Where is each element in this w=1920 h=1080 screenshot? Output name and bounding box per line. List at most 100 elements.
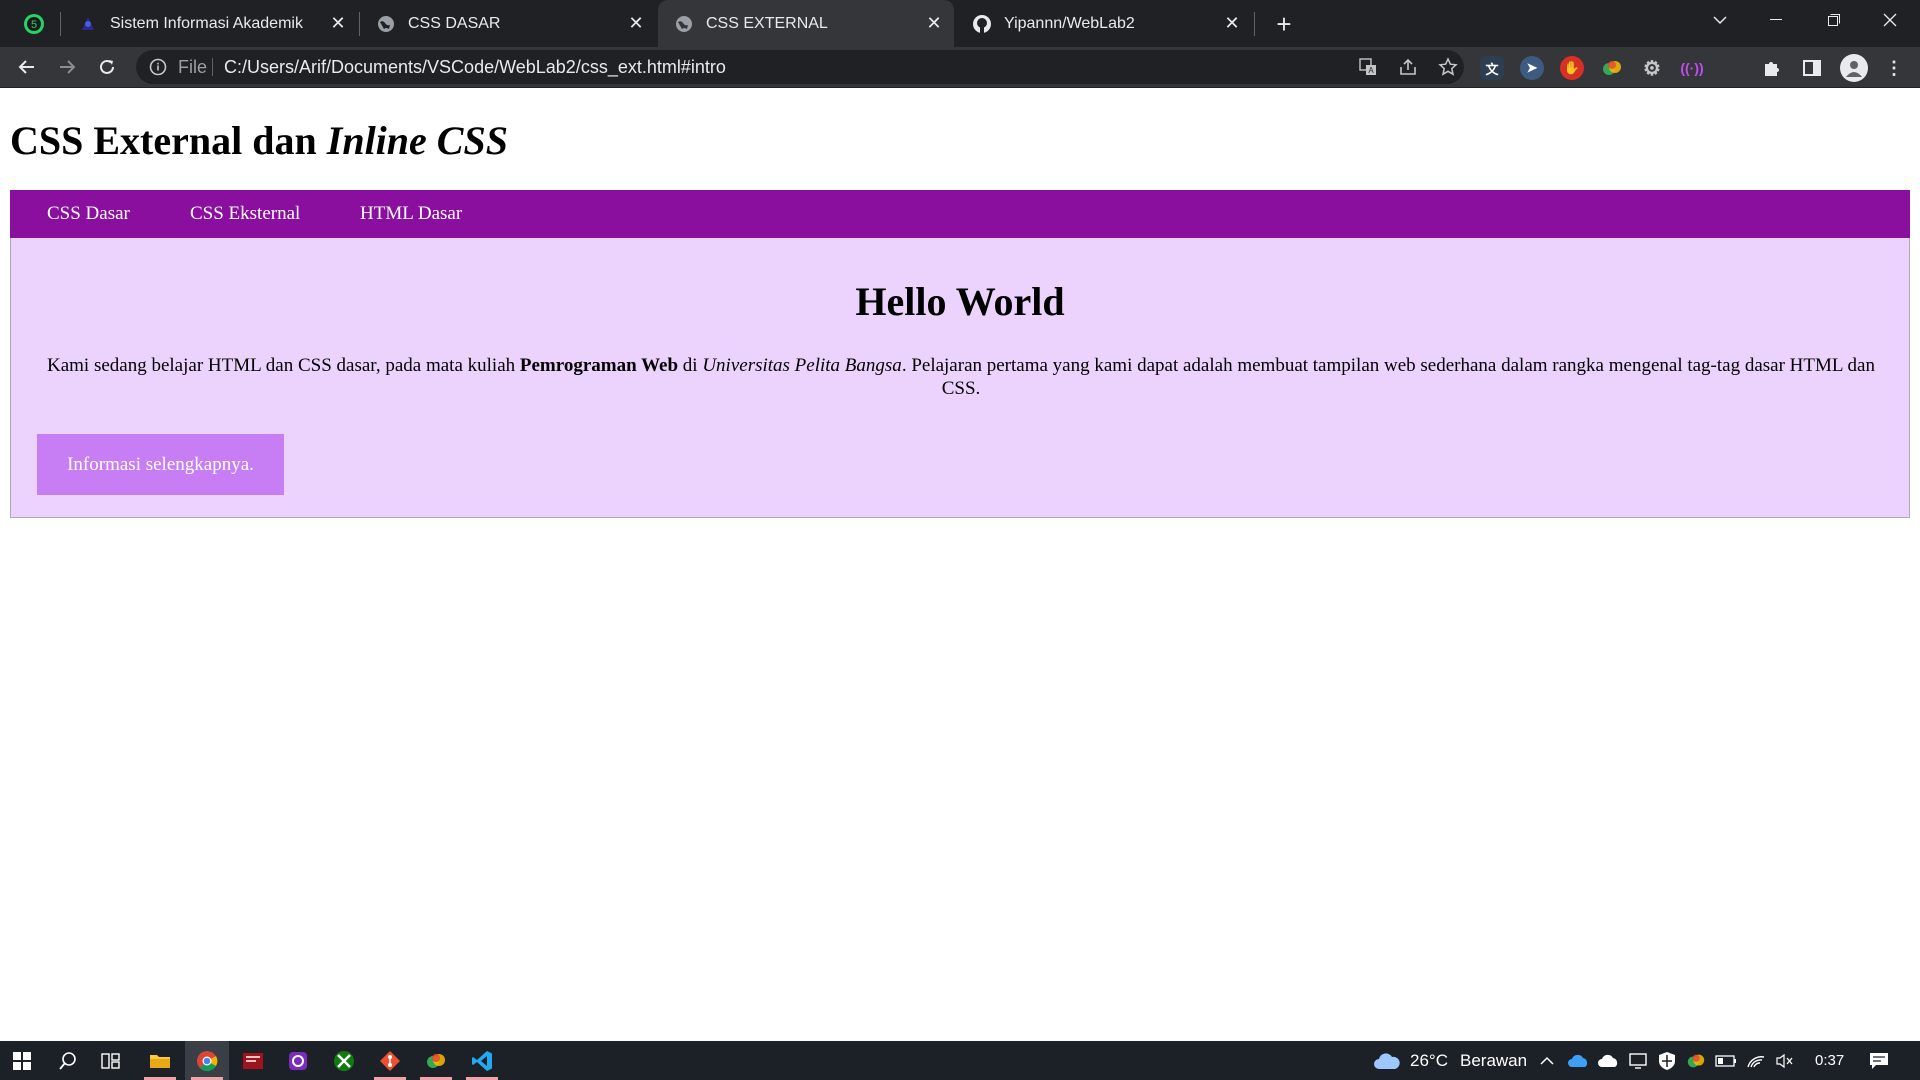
side-panel-icon[interactable] (1800, 56, 1824, 80)
weather-temperature[interactable]: 26°C (1410, 1051, 1448, 1071)
close-icon[interactable]: ✕ (1220, 12, 1244, 36)
hero-text-part2: di (678, 355, 703, 376)
extension-colorful-icon[interactable] (1600, 56, 1624, 80)
whatsapp-icon: 5 (24, 14, 44, 34)
onedrive-personal-icon[interactable] (1597, 1050, 1619, 1072)
close-icon (1883, 13, 1897, 27)
address-divider (212, 58, 213, 76)
page-title-regular: CSS External dan (10, 118, 327, 163)
tab-separator (1254, 12, 1255, 36)
translate-icon[interactable]: A (1356, 55, 1380, 79)
github-icon (972, 14, 992, 34)
browser-tabstrip: 5 Sistem Informasi Akademik ✕ CSS DASAR … (0, 0, 1920, 47)
search-icon[interactable] (46, 1041, 90, 1080)
whatsapp-badge: 5 (31, 19, 37, 31)
reload-button[interactable] (91, 51, 123, 83)
hero-text-italic: Universitas Pelita Bangsa (702, 355, 902, 376)
page-title-italic: Inline CSS (326, 118, 508, 163)
forward-button[interactable] (51, 51, 83, 83)
svg-text:A: A (1368, 66, 1374, 75)
clock-time[interactable]: 0:37 (1815, 1052, 1844, 1069)
nav-link-css-dasar[interactable]: CSS Dasar (47, 203, 130, 225)
app-colorful-icon[interactable] (414, 1041, 458, 1080)
app-camera-icon[interactable] (276, 1041, 320, 1080)
tab-separator (60, 12, 61, 36)
extension-translate-icon[interactable]: 文 (1480, 56, 1504, 80)
display-icon[interactable] (1627, 1050, 1649, 1072)
xbox-icon[interactable] (322, 1041, 366, 1080)
onedrive-icon[interactable] (1567, 1050, 1589, 1072)
chevron-up-icon[interactable] (1536, 1050, 1558, 1072)
web-page: CSS External dan Inline CSS CSS Dasar CS… (0, 89, 1920, 1041)
page-title: CSS External dan Inline CSS (10, 117, 508, 164)
battery-icon[interactable] (1715, 1050, 1737, 1072)
notification-center-icon[interactable] (1868, 1050, 1890, 1072)
tab-css-external[interactable]: CSS EXTERNAL ✕ (658, 0, 954, 47)
close-window-button[interactable] (1862, 0, 1918, 40)
weather-description[interactable]: Berawan (1460, 1051, 1527, 1071)
nav-bar: CSS Dasar CSS Eksternal HTML Dasar (10, 190, 1910, 238)
tab-title: CSS DASAR (408, 14, 501, 32)
tab-title: Sistem Informasi Akademik (110, 14, 303, 32)
extension-gear-icon[interactable]: ⚙ (1640, 56, 1664, 80)
globe-icon (376, 14, 396, 34)
git-icon[interactable] (368, 1041, 412, 1080)
file-explorer-icon[interactable] (138, 1041, 182, 1080)
academic-logo-icon (78, 14, 98, 34)
address-bar[interactable]: File C:/Users/Arif/Documents/VSCode/WebL… (136, 50, 1464, 84)
back-button[interactable] (11, 51, 43, 83)
url-text[interactable]: C:/Users/Arif/Documents/VSCode/WebLab2/c… (224, 57, 726, 78)
arrow-left-icon (18, 60, 34, 74)
extensions-puzzle-icon[interactable] (1760, 56, 1784, 80)
volume-muted-icon[interactable] (1774, 1050, 1796, 1072)
restore-button[interactable] (1806, 0, 1862, 40)
chrome-icon[interactable] (185, 1041, 229, 1080)
extension-adblock-icon[interactable]: ✋ (1560, 56, 1584, 80)
share-icon[interactable] (1396, 55, 1420, 79)
wifi-icon[interactable] (1745, 1050, 1767, 1072)
chevron-down-icon (1713, 16, 1727, 25)
hero-text-part3: . Pelajaran pertama yang kami dapat adal… (901, 355, 1875, 399)
reload-icon (100, 59, 114, 74)
close-icon[interactable]: ✕ (624, 12, 648, 36)
windows-taskbar: 26°C Berawan 0:37 (0, 1041, 1920, 1080)
security-shield-icon[interactable] (1656, 1050, 1678, 1072)
intro-section: Hello World Kami sedang belajar HTML dan… (10, 238, 1910, 518)
close-icon[interactable]: ✕ (326, 12, 350, 36)
tab-search-button[interactable] (1692, 0, 1748, 40)
minimize-icon (1770, 19, 1782, 20)
pinned-tab-whatsapp[interactable]: 5 (14, 8, 54, 40)
tab-title: CSS EXTERNAL (706, 14, 828, 32)
restore-icon (1828, 14, 1840, 26)
minimize-button[interactable] (1748, 0, 1804, 40)
vscode-icon[interactable] (460, 1041, 504, 1080)
bookmark-star-icon[interactable] (1436, 55, 1460, 79)
globe-icon (674, 14, 694, 34)
nav-link-html-dasar[interactable]: HTML Dasar (360, 203, 462, 225)
tab-github-weblab2[interactable]: Yipannn/WebLab2 ✕ (956, 0, 1252, 47)
nav-link-css-eksternal[interactable]: CSS Eksternal (190, 203, 300, 225)
more-info-button[interactable]: Informasi selengkapnya. (37, 434, 284, 495)
extension-wave-icon[interactable]: ((·)) (1680, 56, 1704, 80)
hero-text-part1: Kami sedang belajar HTML dan CSS dasar, … (47, 355, 520, 376)
hero-paragraph: Kami sedang belajar HTML dan CSS dasar, … (46, 354, 1876, 400)
scheme-label: File (178, 57, 208, 77)
tab-title: Yipannn/WebLab2 (1004, 14, 1135, 32)
hero-text-bold: Pemrograman Web (519, 355, 679, 376)
new-tab-button[interactable]: + (1268, 8, 1300, 40)
browser-toolbar: File C:/Users/Arif/Documents/VSCode/WebL… (0, 47, 1920, 88)
tab-css-dasar[interactable]: CSS DASAR ✕ (360, 0, 656, 47)
close-icon[interactable]: ✕ (922, 12, 946, 36)
info-icon[interactable] (148, 57, 168, 77)
hero-heading: Hello World (855, 279, 1065, 324)
start-icon[interactable] (0, 1041, 44, 1080)
task-view-icon[interactable] (90, 1041, 134, 1080)
app-colorful-tray-icon[interactable] (1685, 1050, 1707, 1072)
profile-avatar[interactable] (1840, 54, 1868, 82)
more-menu-icon[interactable]: ⋮ (1882, 56, 1906, 80)
tab-sistem-informasi-akademik[interactable]: Sistem Informasi Akademik ✕ (62, 0, 358, 47)
arrow-right-icon (60, 60, 76, 74)
app-red-icon[interactable] (231, 1041, 275, 1080)
extension-cursor-icon[interactable]: ➤ (1520, 56, 1544, 80)
cloud-weather-icon[interactable] (1372, 1050, 1402, 1072)
